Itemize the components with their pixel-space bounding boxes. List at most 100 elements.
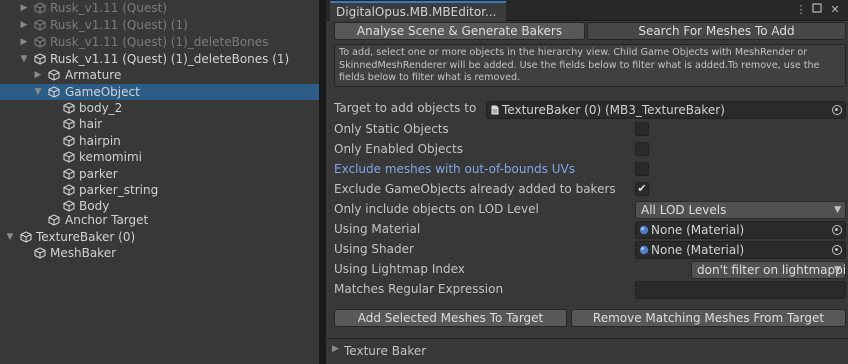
chevron-down-icon: ▼ — [834, 205, 841, 215]
gameobject-cube-icon — [63, 200, 75, 212]
hierarchy-item-label: MeshBaker — [50, 246, 117, 260]
material-value: None (Material) — [651, 223, 745, 237]
only-static-checkbox[interactable] — [635, 122, 649, 136]
target-label: Target to add objects to — [334, 101, 477, 115]
gameobject-cube-icon — [34, 36, 46, 48]
hierarchy-item-label: Rusk_v1.11 (Quest) (1) — [50, 18, 188, 32]
object-picker-icon[interactable] — [832, 245, 842, 255]
hierarchy-item[interactable]: ▼ Rusk_v1.11 (Quest) (1)_deleteBones (1) — [0, 51, 319, 67]
expand-down-icon[interactable]: ▼ — [4, 229, 16, 245]
gameobject-cube-icon — [34, 19, 46, 31]
only-enabled-checkbox[interactable] — [635, 142, 649, 156]
window-tab[interactable]: DigitalOpus.MB.MBEditor... — [330, 1, 506, 21]
hierarchy-panel: ▶ Rusk_v1.11 (Quest) ▶ Rusk_v1.11 (Quest) (… — [0, 0, 319, 364]
gameobject-cube-icon — [63, 135, 75, 147]
help-box: To add, select one or more objects in th… — [334, 44, 846, 87]
hierarchy-item-label: hair — [79, 117, 103, 131]
hierarchy-item-label: parker_string — [79, 183, 159, 197]
hierarchy-item-label: Rusk_v1.11 (Quest) (1)_deleteBones (1) — [50, 52, 290, 66]
gameobject-cube-icon — [63, 168, 75, 180]
expand-down-icon[interactable]: ▼ — [32, 84, 44, 100]
regex-label: Matches Regular Expression — [334, 282, 504, 296]
lightmap-dropdown[interactable]: don't filter on lightmappi ▼ — [691, 261, 846, 279]
exclude-added-checkbox[interactable]: ✔ — [635, 182, 649, 196]
gameobject-cube-icon — [34, 53, 46, 65]
hierarchy-item-label: Anchor Target — [65, 213, 149, 227]
exclude-added-label: Exclude GameObjects already added to bak… — [334, 182, 616, 196]
window-titlebar: DigitalOpus.MB.MBEditor... ⋮ ✕ — [326, 0, 848, 21]
hierarchy-item[interactable]: parker_string — [0, 182, 319, 198]
hierarchy-item[interactable]: body_2 — [0, 100, 319, 116]
mb-editor-window: DigitalOpus.MB.MBEditor... ⋮ ✕ Analyse S… — [326, 0, 848, 364]
lightmap-value: don't filter on lightmappi — [697, 263, 846, 277]
maximize-icon[interactable] — [810, 3, 824, 17]
hierarchy-item-label: TextureBaker (0) — [36, 230, 136, 244]
gameobject-cube-icon — [20, 231, 32, 243]
hierarchy-item-label: Rusk_v1.11 (Quest) (1)_deleteBones — [50, 35, 269, 49]
lod-dropdown[interactable]: All LOD Levels ▼ — [635, 201, 846, 219]
object-picker-icon[interactable] — [832, 105, 842, 115]
tab-search-meshes[interactable]: Search For Meshes To Add — [587, 22, 846, 40]
gameobject-cube-icon — [48, 69, 60, 81]
object-picker-icon[interactable] — [832, 225, 842, 235]
kebab-menu-icon[interactable]: ⋮ — [794, 3, 808, 17]
hierarchy-item[interactable]: ▶ Rusk_v1.11 (Quest) — [0, 0, 319, 16]
only-enabled-label: Only Enabled Objects — [334, 142, 463, 156]
hierarchy-item[interactable]: ▼ TextureBaker (0) — [0, 229, 319, 245]
panel-splitter[interactable] — [319, 0, 326, 364]
hierarchy-item-label: hairpin — [79, 134, 121, 148]
shader-value: None (Material) — [651, 243, 745, 257]
hierarchy-item-label: parker — [79, 167, 118, 181]
remove-matching-meshes-button[interactable]: Remove Matching Meshes From Target — [571, 309, 846, 327]
shader-object-field[interactable]: None (Material) — [635, 241, 846, 259]
hierarchy-item[interactable]: MeshBaker — [0, 245, 319, 261]
hierarchy-item[interactable]: hair — [0, 116, 319, 132]
hierarchy-item[interactable]: Anchor Target — [0, 212, 319, 228]
only-static-label: Only Static Objects — [334, 122, 449, 136]
gameobject-cube-icon — [34, 247, 46, 259]
target-value: TextureBaker (0) (MB3_TextureBaker) — [502, 103, 725, 117]
exclude-uv-checkbox[interactable] — [635, 162, 649, 176]
target-object-field[interactable]: TextureBaker (0) (MB3_TextureBaker) — [486, 101, 846, 119]
expand-right-icon[interactable]: ▶ — [18, 17, 30, 33]
hierarchy-item-label: GameObject — [65, 85, 140, 99]
hierarchy-item[interactable]: parker — [0, 166, 319, 182]
gameobject-cube-icon — [63, 102, 75, 114]
shader-label: Using Shader — [334, 242, 414, 256]
expand-right-icon[interactable]: ▶ — [32, 67, 44, 83]
script-file-icon — [491, 105, 499, 115]
gameobject-cube-icon — [63, 184, 75, 196]
gameobject-cube-icon — [34, 2, 46, 14]
material-sphere-icon — [639, 245, 649, 255]
hierarchy-item[interactable]: ▶ Rusk_v1.11 (Quest) (1) — [0, 17, 319, 33]
hierarchy-item[interactable]: kemomimi — [0, 149, 319, 165]
gameobject-cube-icon — [48, 86, 60, 98]
exclude-uv-label: Exclude meshes with out-of-bounds UVs — [334, 162, 576, 176]
hierarchy-item-label: Rusk_v1.11 (Quest) — [50, 1, 167, 15]
chevron-right-icon: ▶ — [332, 344, 339, 354]
expand-right-icon[interactable]: ▶ — [18, 0, 30, 16]
lightmap-label: Using Lightmap Index — [334, 262, 465, 276]
hierarchy-item-label: Armature — [65, 68, 122, 82]
hierarchy-item[interactable]: ▶ Armature — [0, 67, 319, 83]
expand-right-icon[interactable]: ▶ — [18, 34, 30, 50]
lod-label: Only include objects on LOD Level — [334, 202, 539, 216]
lod-value: All LOD Levels — [641, 203, 727, 217]
hierarchy-item-label: body_2 — [79, 101, 123, 115]
add-selected-meshes-button[interactable]: Add Selected Meshes To Target — [334, 309, 567, 327]
regex-input[interactable] — [635, 281, 846, 299]
hierarchy-item-label: kemomimi — [79, 150, 142, 164]
close-icon[interactable]: ✕ — [828, 3, 842, 17]
texture-baker-foldout[interactable]: ▶ Texture Baker — [326, 338, 848, 364]
hierarchy-item[interactable]: ▶ Rusk_v1.11 (Quest) (1)_deleteBones — [0, 34, 319, 50]
texture-baker-label: Texture Baker — [344, 344, 427, 358]
material-label: Using Material — [334, 222, 421, 236]
gameobject-cube-icon — [63, 151, 75, 163]
hierarchy-item[interactable]: ▼ GameObject — [0, 84, 319, 100]
gameobject-cube-icon — [63, 118, 75, 130]
tab-analyse-scene[interactable]: Analyse Scene & Generate Bakers — [334, 22, 585, 40]
hierarchy-item[interactable]: hairpin — [0, 133, 319, 149]
expand-down-icon[interactable]: ▼ — [18, 51, 30, 67]
chevron-down-icon: ▼ — [834, 265, 841, 275]
material-object-field[interactable]: None (Material) — [635, 221, 846, 239]
